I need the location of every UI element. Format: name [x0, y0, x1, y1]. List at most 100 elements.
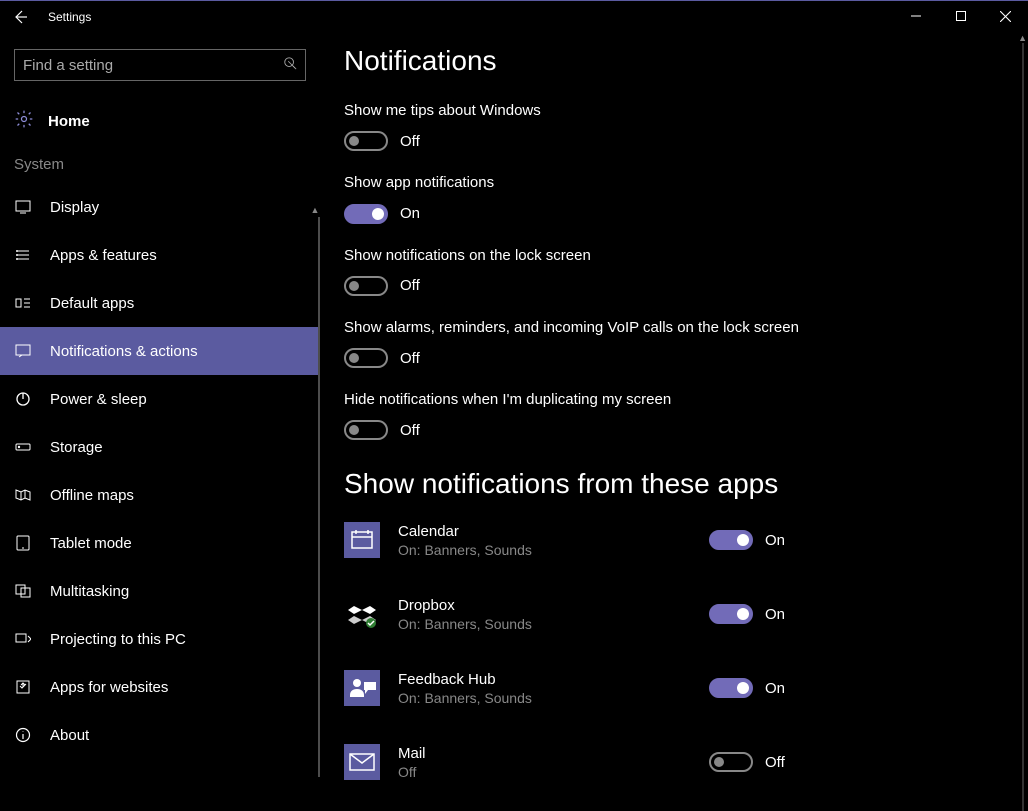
- setting-label: Hide notifications when I'm duplicating …: [344, 390, 844, 410]
- app-name: Mail: [398, 745, 709, 762]
- toggle-switch[interactable]: [344, 420, 388, 440]
- sidebar-item-apps[interactable]: Apps & features: [0, 231, 320, 279]
- sidebar-item-multitask[interactable]: Multitasking: [0, 567, 320, 615]
- sidebar-item-label: Apps & features: [50, 247, 157, 264]
- app-desc: On: Banners, Sounds: [398, 616, 709, 632]
- app-notification-row[interactable]: Dropbox On: Banners, Sounds On: [344, 596, 804, 632]
- setting-block: Show me tips about Windows Off: [344, 101, 844, 151]
- setting-block: Show app notifications On: [344, 173, 844, 223]
- toggle-switch[interactable]: [344, 204, 388, 224]
- multitask-icon: [14, 583, 32, 599]
- content-scrollbar[interactable]: [1022, 43, 1024, 811]
- display-icon: [14, 199, 32, 215]
- storage-icon: [14, 439, 32, 455]
- sidebar-item-label: Power & sleep: [50, 391, 147, 408]
- sidebar-item-map[interactable]: Offline maps: [0, 471, 320, 519]
- content-scroll-up[interactable]: ▲: [1018, 33, 1027, 43]
- sidebar-item-default[interactable]: Default apps: [0, 279, 320, 327]
- sidebar-item-label: Projecting to this PC: [50, 631, 186, 648]
- sidebar-item-tablet[interactable]: Tablet mode: [0, 519, 320, 567]
- sidebar-item-label: Display: [50, 199, 99, 216]
- calendar-app-icon: [344, 522, 380, 558]
- toggle-switch[interactable]: [344, 276, 388, 296]
- sidebar-item-storage[interactable]: Storage: [0, 423, 320, 471]
- sidebar-item-label: Offline maps: [50, 487, 134, 504]
- sidebar-scroll-up[interactable]: ▲: [310, 205, 320, 215]
- gear-icon: [14, 109, 34, 134]
- sidebar-item-appsweb[interactable]: Apps for websites: [0, 663, 320, 711]
- toggle-state-label: Off: [400, 277, 420, 294]
- project-icon: [14, 631, 32, 647]
- home-label: Home: [48, 113, 90, 130]
- toggle-state-label: Off: [400, 133, 420, 150]
- maximize-button[interactable]: [938, 1, 983, 31]
- search-icon: [283, 56, 297, 75]
- mail-app-icon: [344, 744, 380, 780]
- category-label: System: [0, 152, 320, 183]
- sidebar-item-notify[interactable]: Notifications & actions: [0, 327, 320, 375]
- sidebar-item-label: Tablet mode: [50, 535, 132, 552]
- app-toggle-state: On: [765, 532, 785, 549]
- sidebar-item-power[interactable]: Power & sleep: [0, 375, 320, 423]
- toggle-switch[interactable]: [344, 348, 388, 368]
- window-controls: [893, 1, 1028, 31]
- sidebar-item-label: About: [50, 727, 89, 744]
- app-toggle-switch[interactable]: [709, 678, 753, 698]
- home-nav[interactable]: Home: [0, 99, 320, 152]
- minimize-button[interactable]: [893, 1, 938, 31]
- power-icon: [14, 391, 32, 407]
- sidebar: Home System Display Apps & features Defaul…: [0, 33, 320, 811]
- sidebar-item-label: Storage: [50, 439, 103, 456]
- default-icon: [14, 295, 32, 311]
- sidebar-item-display[interactable]: Display: [0, 183, 320, 231]
- apps-section-title: Show notifications from these apps: [344, 468, 1004, 500]
- sidebar-item-label: Multitasking: [50, 583, 129, 600]
- toggle-switch[interactable]: [344, 131, 388, 151]
- app-toggle-switch[interactable]: [709, 604, 753, 624]
- toggle-state-label: On: [400, 205, 420, 222]
- setting-block: Hide notifications when I'm duplicating …: [344, 390, 844, 440]
- app-name: Feedback Hub: [398, 671, 709, 688]
- sidebar-item-about[interactable]: About: [0, 711, 320, 759]
- back-button[interactable]: [0, 1, 40, 33]
- app-toggle-switch[interactable]: [709, 530, 753, 550]
- setting-block: Show notifications on the lock screen Off: [344, 246, 844, 296]
- app-desc: Off: [398, 764, 709, 780]
- close-button[interactable]: [983, 1, 1028, 31]
- sidebar-nav: Display Apps & features Default apps Notifi…: [0, 183, 320, 759]
- sidebar-item-label: Default apps: [50, 295, 134, 312]
- app-toggle-state: Off: [765, 754, 785, 771]
- tablet-icon: [14, 535, 32, 551]
- map-icon: [14, 487, 32, 503]
- app-toggle-state: On: [765, 680, 785, 697]
- sidebar-item-label: Apps for websites: [50, 679, 168, 696]
- app-notification-row[interactable]: Mail Off Off: [344, 744, 804, 780]
- appsweb-icon: [14, 679, 32, 695]
- setting-label: Show notifications on the lock screen: [344, 246, 844, 266]
- apps-icon: [14, 247, 32, 263]
- toggle-state-label: Off: [400, 350, 420, 367]
- setting-block: Show alarms, reminders, and incoming VoI…: [344, 318, 844, 368]
- setting-label: Show app notifications: [344, 173, 844, 193]
- app-name: Dropbox: [398, 597, 709, 614]
- setting-label: Show alarms, reminders, and incoming VoI…: [344, 318, 844, 338]
- notify-icon: [14, 343, 32, 359]
- dropbox-app-icon: [344, 596, 380, 632]
- app-notification-row[interactable]: Feedback Hub On: Banners, Sounds On: [344, 670, 804, 706]
- search-input[interactable]: [23, 57, 283, 74]
- titlebar: Settings: [0, 1, 1028, 33]
- sidebar-item-label: Notifications & actions: [50, 343, 198, 360]
- app-desc: On: Banners, Sounds: [398, 690, 709, 706]
- page-title: Notifications: [344, 45, 1004, 77]
- sidebar-item-project[interactable]: Projecting to this PC: [0, 615, 320, 663]
- app-name: Calendar: [398, 523, 709, 540]
- search-box[interactable]: [14, 49, 306, 81]
- feedback-app-icon: [344, 670, 380, 706]
- setting-label: Show me tips about Windows: [344, 101, 844, 121]
- app-notification-row[interactable]: Calendar On: Banners, Sounds On: [344, 522, 804, 558]
- app-desc: On: Banners, Sounds: [398, 542, 709, 558]
- content-pane: ▲ Notifications Show me tips about Windo…: [320, 33, 1028, 811]
- about-icon: [14, 727, 32, 743]
- app-toggle-state: On: [765, 606, 785, 623]
- app-toggle-switch[interactable]: [709, 752, 753, 772]
